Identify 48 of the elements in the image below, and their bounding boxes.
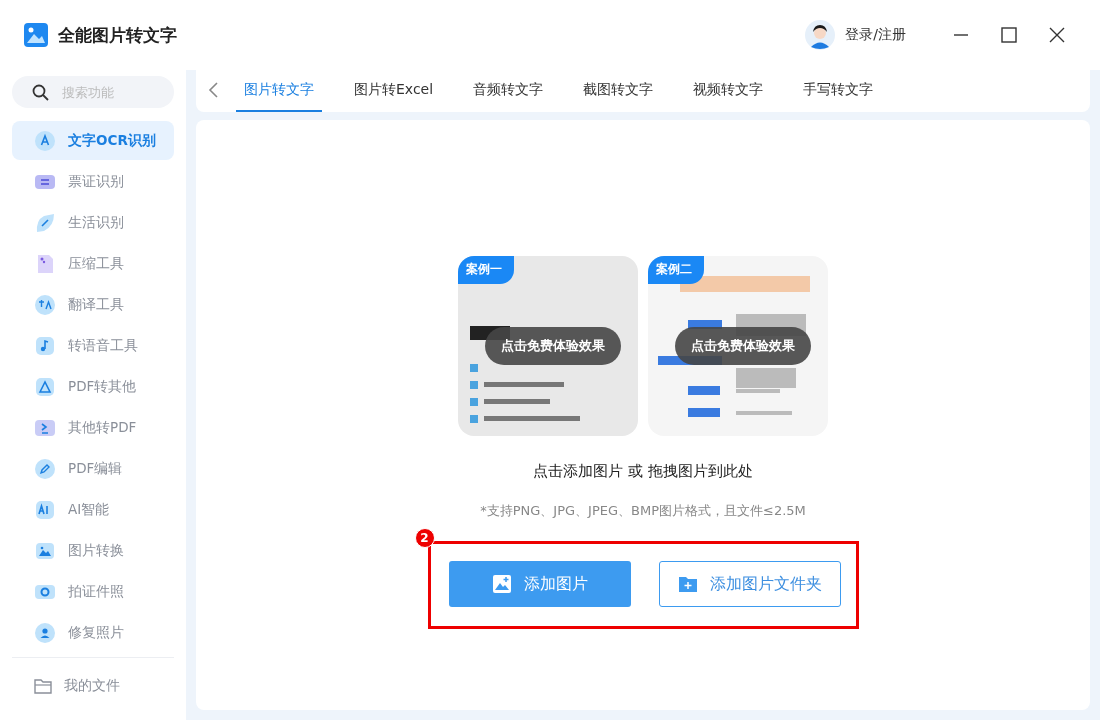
try-effect-button[interactable]: 点击免费体验效果 (675, 327, 811, 365)
translate-icon (34, 293, 56, 316)
sidebar-item[interactable]: 生活识别 (12, 203, 174, 242)
letter-a-icon (34, 129, 56, 152)
minimize-icon (953, 34, 969, 36)
pen-icon (34, 211, 56, 234)
image-icon (491, 574, 512, 594)
person-icon (34, 621, 56, 644)
tab[interactable]: 视频转文字 (685, 70, 772, 112)
tab[interactable]: 手写转文字 (795, 70, 882, 112)
example-badge: 案例二 (648, 256, 704, 284)
sidebar-item[interactable]: 转语音工具 (12, 326, 174, 365)
maximize-icon (1001, 27, 1017, 43)
search-icon (32, 84, 49, 101)
sidebar-item[interactable]: 文字OCR识别 (12, 121, 174, 160)
step-number-badge: 2 (414, 528, 435, 548)
app-logo-icon (24, 23, 48, 47)
tab[interactable]: 音频转文字 (465, 70, 552, 112)
folder-icon (34, 678, 52, 694)
pencil-icon (34, 457, 56, 480)
drop-hint: 点击添加图片 或 拖拽图片到此处 (533, 462, 753, 481)
sidebar-item[interactable]: 修复照片 (12, 613, 174, 652)
avatar-icon[interactable] (805, 20, 836, 50)
sidebar-item[interactable]: 翻译工具 (12, 285, 174, 324)
tab[interactable]: 截图转文字 (575, 70, 662, 112)
sidebar-item[interactable]: AI智能 (12, 490, 174, 529)
search-field[interactable]: 搜索功能 (12, 76, 174, 108)
sidebar-item[interactable]: 压缩工具 (12, 244, 174, 283)
sidebar-item[interactable]: 图片转换 (12, 531, 174, 570)
sidebar-item[interactable]: 拍证件照 (12, 572, 174, 611)
example-badge: 案例一 (458, 256, 514, 284)
sidebar-item[interactable]: 票证识别 (12, 162, 174, 201)
window-title: 全能图片转文字 (58, 23, 178, 47)
try-effect-button[interactable]: 点击免费体验效果 (485, 327, 621, 365)
add-folder-button[interactable]: 添加图片文件夹 (658, 561, 841, 607)
sidebar-item[interactable]: 其他转PDF (12, 408, 174, 447)
tab[interactable]: 图片转文字 (236, 70, 322, 112)
folder-plus-icon (677, 574, 698, 594)
add-image-button[interactable]: 添加图片 (448, 561, 631, 607)
my-files-link[interactable]: 我的文件 (64, 677, 120, 695)
login-link[interactable]: 登录/注册 (845, 26, 906, 44)
close-icon (1049, 27, 1065, 43)
tab[interactable]: 图片转Excel (346, 70, 442, 112)
sidebar-item[interactable]: PDF转其他 (12, 367, 174, 406)
music-note-icon (34, 334, 56, 357)
sidebar-item[interactable]: PDF编辑 (12, 449, 174, 488)
format-note: *支持PNG、JPG、JPEG、BMP图片格式，且文件≤2.5M (480, 502, 806, 520)
pdf-icon (34, 375, 56, 398)
